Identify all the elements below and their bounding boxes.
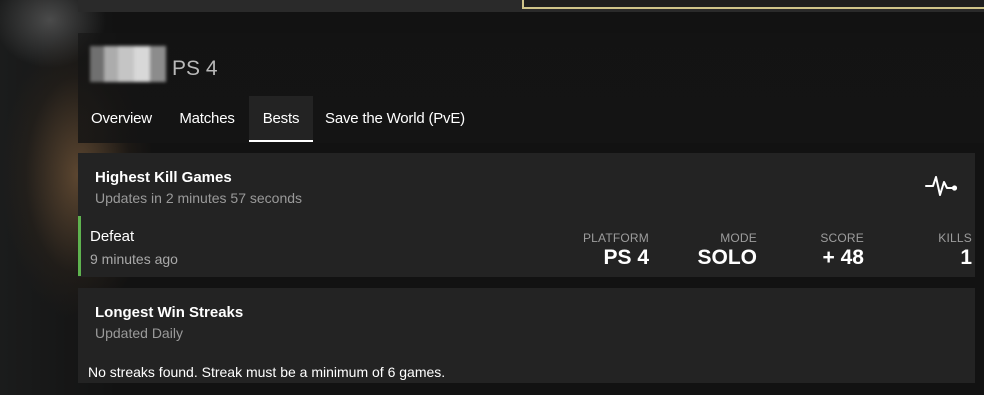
blurred-username: [90, 46, 166, 82]
stat-mode: MODE SOLO: [697, 231, 757, 271]
panel-subtitle: Updates in 2 minutes 57 seconds: [95, 190, 303, 206]
stat-score: SCORE + 48: [820, 231, 864, 271]
tab-overview[interactable]: Overview: [78, 96, 165, 142]
top-card-outline: [522, 0, 984, 9]
panel-title: Longest Win Streaks: [95, 304, 244, 321]
stat-value: 1: [960, 246, 972, 269]
match-row[interactable]: Defeat 9 minutes ago PLATFORM PS 4 MODE …: [78, 216, 978, 276]
stat-label: KILLS: [938, 231, 972, 245]
win-streaks-panel: Longest Win Streaks Updated Daily No str…: [78, 288, 975, 383]
tab-save-the-world[interactable]: Save the World (PvE): [317, 96, 473, 142]
panel-subtitle: Updated Daily: [95, 325, 183, 341]
stat-label: PLATFORM: [582, 231, 649, 245]
stat-label: MODE: [720, 231, 757, 245]
stat-platform: PLATFORM PS 4: [583, 231, 649, 271]
tab-bests[interactable]: Bests: [249, 96, 313, 142]
panel-title: Highest Kill Games: [95, 169, 232, 186]
stat-kills: KILLS 1: [938, 231, 972, 271]
stat-value: + 48: [822, 246, 864, 269]
profile-platform: PS 4: [172, 57, 218, 80]
stat-value: SOLO: [697, 246, 757, 269]
stat-label: SCORE: [820, 231, 864, 245]
tab-matches[interactable]: Matches: [165, 96, 249, 142]
pulse-icon[interactable]: [925, 173, 959, 199]
match-time-ago: 9 minutes ago: [90, 251, 178, 267]
highest-kill-panel: Highest Kill Games Updates in 2 minutes …: [78, 153, 975, 277]
empty-streaks-message: No streaks found. Streak must be a minim…: [88, 364, 446, 380]
match-result: Defeat: [90, 228, 135, 245]
stat-value: PS 4: [603, 246, 649, 269]
